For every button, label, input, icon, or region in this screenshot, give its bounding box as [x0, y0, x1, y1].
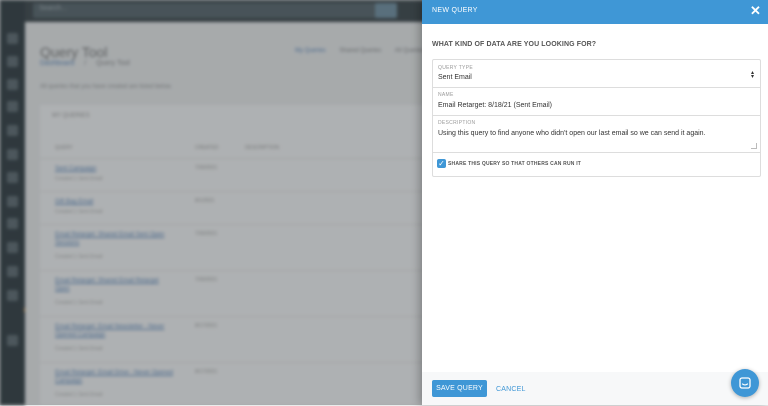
checkmark-icon: ✓ [438, 159, 445, 168]
query-type-label: QUERY TYPE [438, 65, 473, 71]
query-form: QUERY TYPE Sent Email ▴ ▾ NAME Email Reta… [432, 59, 761, 177]
resize-grip-icon[interactable] [751, 143, 757, 149]
description-label: DESCRIPTION [438, 120, 476, 126]
query-type-value: Sent Email [438, 74, 472, 81]
chat-launcher-button[interactable] [731, 369, 759, 397]
panel-title: NEW QUERY [432, 7, 478, 14]
description-value: Using this query to find anyone who didn… [438, 130, 706, 137]
new-query-panel: NEW QUERY ✕ WHAT KIND OF DATA ARE YOU LO… [422, 0, 768, 405]
select-caret-icon: ▴ ▾ [750, 70, 754, 80]
panel-header: NEW QUERY ✕ [422, 0, 768, 24]
close-icon[interactable]: ✕ [749, 4, 762, 17]
panel-footer: SAVE QUERY CANCEL [422, 372, 768, 405]
share-label: SHARE THIS QUERY SO THAT OTHERS CAN RUN … [448, 161, 582, 167]
share-checkbox[interactable]: ✓ [437, 159, 446, 168]
data-question-heading: WHAT KIND OF DATA ARE YOU LOOKING FOR? [432, 41, 597, 48]
query-type-select[interactable]: QUERY TYPE Sent Email ▴ ▾ [433, 60, 760, 88]
name-label: NAME [438, 92, 454, 98]
modal-backdrop[interactable] [0, 0, 422, 405]
cancel-button[interactable]: CANCEL [496, 386, 526, 393]
name-value: Email Retarget: 8/18/21 (Sent Email) [438, 102, 552, 109]
description-field[interactable]: DESCRIPTION Using this query to find any… [433, 116, 760, 153]
chat-icon [739, 377, 751, 389]
save-query-button[interactable]: SAVE QUERY [432, 380, 487, 397]
name-field[interactable]: NAME Email Retarget: 8/18/21 (Sent Email… [433, 88, 760, 116]
